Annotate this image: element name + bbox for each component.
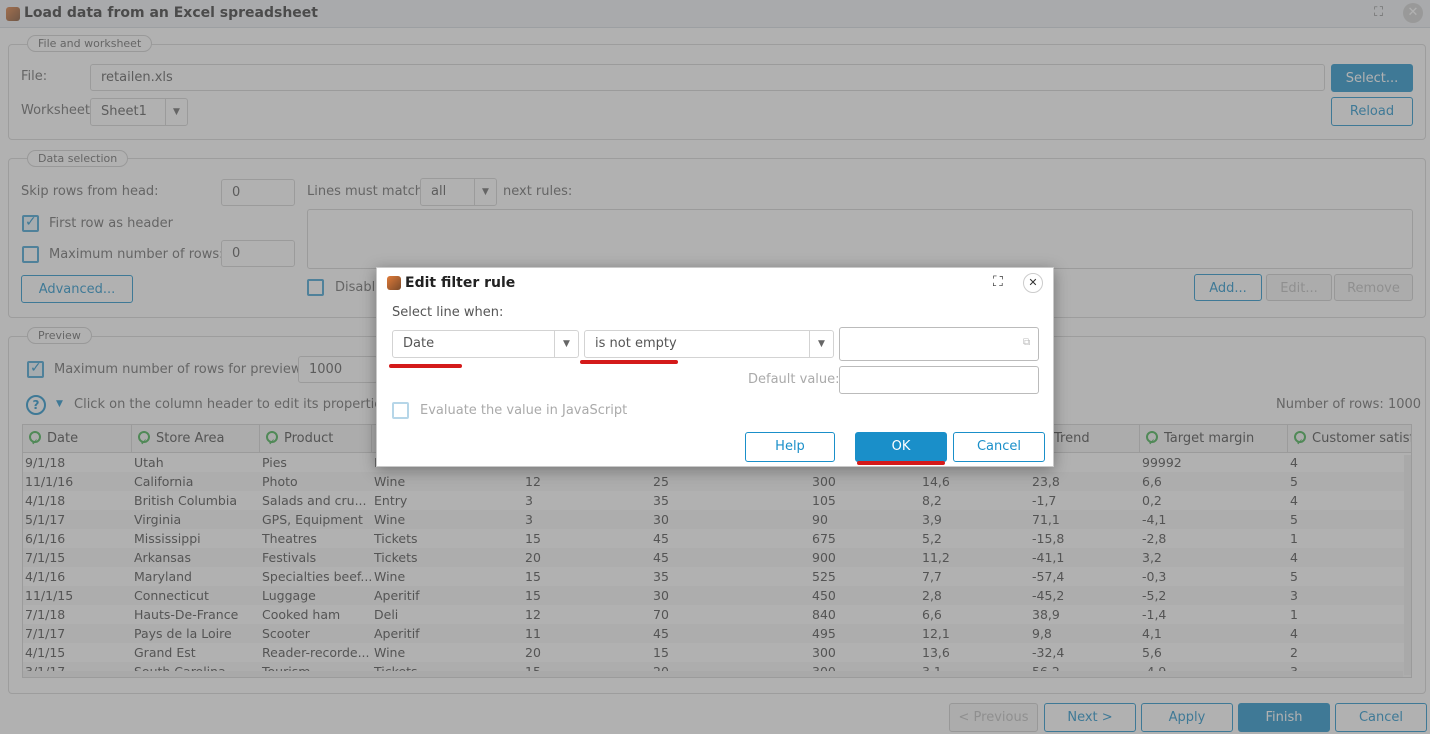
ok-button[interactable]: OK <box>855 432 947 462</box>
dialog-title: Edit filter rule <box>405 275 516 291</box>
operator-select[interactable]: is not empty ▼ <box>584 330 834 358</box>
column-select[interactable]: Date ▼ <box>392 330 579 358</box>
annotation-underline <box>389 364 462 368</box>
edit-filter-rule-dialog: Edit filter rule ⛶ ✕ Select line when: D… <box>376 267 1054 467</box>
default-value-input[interactable] <box>839 366 1039 394</box>
annotation-underline <box>857 461 945 465</box>
maximize-icon[interactable]: ⛶ <box>993 274 1003 290</box>
operator-select-value: is not empty <box>595 336 677 351</box>
expand-editor-icon[interactable]: ⧉ <box>1023 337 1030 348</box>
annotation-underline <box>580 360 678 364</box>
evaluate-js-checkbox[interactable] <box>392 402 409 419</box>
app-icon <box>387 276 401 290</box>
default-value-label: Default value: <box>748 372 840 387</box>
select-line-when-label: Select line when: <box>392 305 504 320</box>
value-input[interactable] <box>839 327 1039 361</box>
chevron-down-icon[interactable]: ▼ <box>809 331 833 357</box>
chevron-down-icon[interactable]: ▼ <box>554 331 578 357</box>
dialog-cancel-button[interactable]: Cancel <box>953 432 1045 462</box>
help-button[interactable]: Help <box>745 432 835 462</box>
evaluate-js-label: Evaluate the value in JavaScript <box>420 403 628 418</box>
close-icon[interactable]: ✕ <box>1023 273 1043 293</box>
column-select-value: Date <box>403 336 435 351</box>
